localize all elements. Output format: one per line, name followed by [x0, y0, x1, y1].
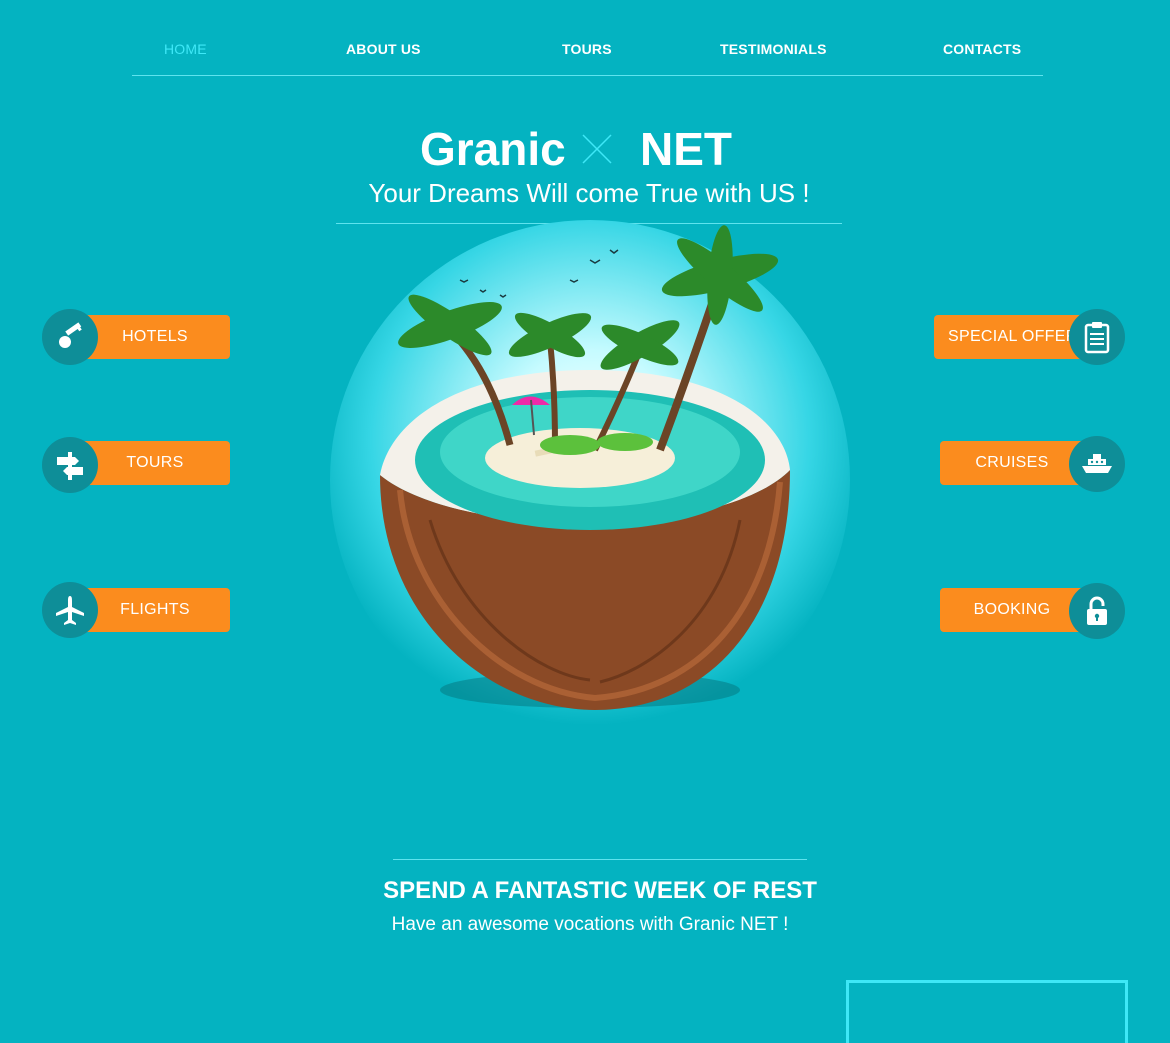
airplane-icon[interactable]: [42, 582, 98, 638]
hotels-label: HOTELS: [122, 328, 188, 345]
coconut-island-illustration: [380, 225, 790, 710]
nav-about-us[interactable]: ABOUT US: [346, 41, 421, 57]
signpost-icon[interactable]: [42, 437, 98, 493]
hero-tagline: Your Dreams Will come True with US !: [368, 178, 810, 208]
brand-title: Granic NET: [0, 120, 1170, 180]
nav-home[interactable]: HOME: [164, 41, 207, 57]
special-offer-button[interactable]: SPECIAL OFFER: [934, 315, 1084, 359]
tours-label: TOURS: [126, 454, 184, 471]
cross-separator-icon: [582, 134, 612, 164]
nav-tours[interactable]: TOURS: [562, 41, 612, 57]
brand-word-granic: Granic: [420, 123, 566, 175]
special-offer-label: SPECIAL OFFER: [948, 328, 1078, 345]
flights-button[interactable]: FLIGHTS: [80, 588, 230, 632]
hotels-button[interactable]: HOTELS: [80, 315, 230, 359]
flights-label: FLIGHTS: [120, 601, 190, 618]
cruises-button[interactable]: CRUISES: [940, 441, 1084, 485]
booking-label: BOOKING: [973, 601, 1051, 618]
nav-testimonials[interactable]: TESTIMONIALS: [720, 41, 827, 57]
bottom-frame-box: [846, 980, 1128, 1043]
tours-button[interactable]: TOURS: [80, 441, 230, 485]
ship-icon[interactable]: [1069, 436, 1125, 492]
section-subtitle: Have an awesome vocations with Granic NE…: [391, 914, 789, 935]
section-divider: [393, 859, 807, 860]
top-nav: HOME ABOUT US TOURS TESTIMONIALS CONTACT…: [132, 0, 1043, 76]
padlock-icon[interactable]: [1069, 583, 1125, 639]
nav-contacts[interactable]: CONTACTS: [943, 41, 1021, 57]
clipboard-icon[interactable]: [1069, 309, 1125, 365]
section-title: SPEND A FANTASTIC WEEK OF REST: [383, 877, 817, 904]
brand-word-net: NET: [640, 123, 732, 175]
booking-button[interactable]: BOOKING: [940, 588, 1084, 632]
cruises-label: CRUISES: [975, 454, 1049, 471]
key-icon[interactable]: [42, 309, 98, 365]
